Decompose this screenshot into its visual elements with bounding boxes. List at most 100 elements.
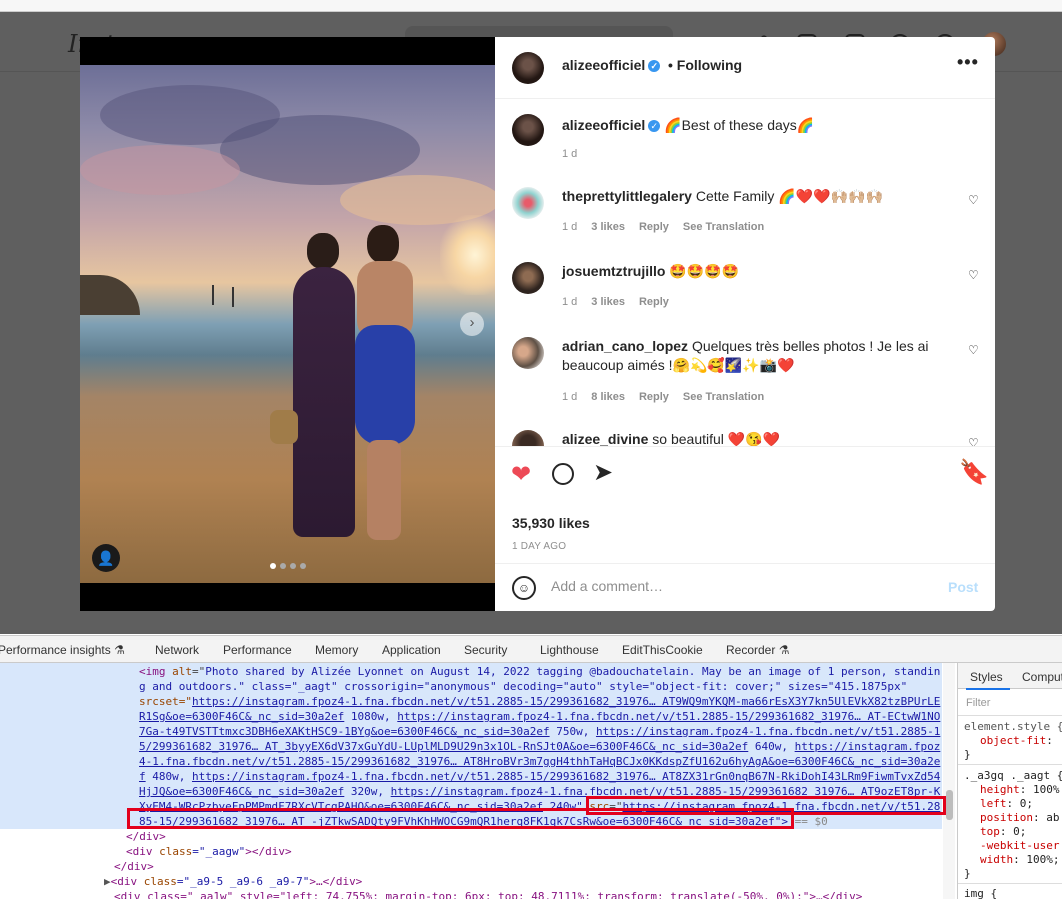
post-photo[interactable] <box>80 65 495 583</box>
styles-filter-input[interactable]: Filter <box>966 697 990 709</box>
srcset-link[interactable]: https://instagram.fpoz <box>795 740 941 753</box>
dom-line[interactable]: <div class="_aagw"></div> <box>126 844 292 859</box>
srcset-link[interactable]: 4-1.fna.fbcdn.net/v/t51.2885-15/29936168… <box>139 755 940 768</box>
css-declaration[interactable]: top: 0; <box>980 825 1026 838</box>
comment-meta: 1 d 3 likes Reply See Translation <box>562 221 764 233</box>
comment-icon[interactable] <box>552 463 574 485</box>
dom-line[interactable]: R1Sg&oe=6300F46C&_nc_sid=30a2ef 1080w, h… <box>139 709 940 724</box>
comment-likes[interactable]: 3 likes <box>591 296 625 308</box>
comment-like-heart-icon[interactable]: ♡ <box>968 343 979 357</box>
basket <box>270 410 298 444</box>
css-declaration[interactable]: width: 100%; <box>980 853 1059 866</box>
comment-body: so beautiful ❤️😘❤️ <box>652 431 781 446</box>
dom-line[interactable]: 7Ga-t49TVSTTtmxc3DBH6eXAKtHSC9-1BYg&oe=6… <box>139 724 940 739</box>
srcset-link[interactable]: HjJQ&oe=6300F46C&_nc_sid=30a2ef <box>139 785 344 798</box>
reply-button[interactable]: Reply <box>639 391 669 403</box>
following-label[interactable]: • Following <box>668 57 742 73</box>
css-declaration[interactable]: -webkit-user <box>980 839 1059 852</box>
tagged-user-icon[interactable]: 👤 <box>92 544 120 572</box>
reply-button[interactable]: Reply <box>639 221 669 233</box>
tab-security[interactable]: Security <box>464 643 507 657</box>
comment-time: 1 d <box>562 391 578 403</box>
tab-recorder[interactable]: Recorder ⚗ <box>726 643 789 657</box>
tab-computed[interactable]: Computed <box>1022 670 1062 684</box>
author-avatar[interactable] <box>512 114 544 146</box>
css-declaration[interactable]: position: ab <box>980 811 1059 824</box>
css-prop: height <box>980 783 1020 796</box>
dom-line[interactable]: 4-1.fna.fbcdn.net/v/t51.2885-15/29936168… <box>139 754 940 769</box>
share-icon[interactable]: ➤ <box>593 461 613 485</box>
srcset-link[interactable]: https://instagram.fpoz4-1.fna.fbcdn.net/… <box>192 770 940 783</box>
likes-count[interactable]: 35,930 likes <box>512 515 590 531</box>
author-avatar[interactable] <box>512 52 544 84</box>
add-comment-input[interactable] <box>551 578 931 594</box>
css-brace: } <box>964 748 971 761</box>
post-time[interactable]: 1 DAY AGO <box>512 541 566 552</box>
attr-name: srcset=" <box>139 695 192 708</box>
comment-box: ☺ Post <box>495 563 995 611</box>
comment-like-heart-icon[interactable]: ♡ <box>968 193 979 207</box>
dom-line[interactable]: <img alt="Photo shared by Alizée Lyonnet… <box>139 664 940 679</box>
commenter-avatar[interactable] <box>512 430 544 446</box>
dom-line[interactable]: <div class="_aa1w" style="left: 74.755%;… <box>114 889 862 899</box>
dom-line[interactable]: </div> <box>126 829 166 844</box>
dom-line[interactable]: </div> <box>114 859 154 874</box>
commenter-avatar[interactable] <box>512 262 544 294</box>
srcset-link[interactable]: https://instagram.fpoz4-1.fna.fbcdn.net/… <box>596 725 940 738</box>
tag-text: ></div> <box>245 845 292 858</box>
tab-styles[interactable]: Styles <box>966 670 1010 690</box>
css-declaration[interactable]: left: 0; <box>980 797 1033 810</box>
srcset-link[interactable]: R1Sg&oe=6300F46C&_nc_sid=30a2ef <box>139 710 344 723</box>
elements-tree[interactable]: <img alt="Photo shared by Alizée Lyonnet… <box>0 663 956 899</box>
srcset-link[interactable]: 5/299361682_31976… AT_3byyEX6dV37xGuYdU-… <box>139 740 748 753</box>
comment-text: josuemtztrujillo 🤩🤩🤩🤩 <box>562 262 952 281</box>
caption-username[interactable]: alizeeofficiel <box>562 117 645 133</box>
see-translation-button[interactable]: See Translation <box>683 221 764 233</box>
see-translation-button[interactable]: See Translation <box>683 391 764 403</box>
dom-line[interactable]: srcset="https://instagram.fpoz4-1.fna.fb… <box>139 694 940 709</box>
reply-button[interactable]: Reply <box>639 296 669 308</box>
like-heart-icon[interactable]: ❤ <box>511 463 531 487</box>
srcset-link[interactable]: https://instagram.fpoz4-1.fna.fbcdn.net/… <box>192 695 940 708</box>
commenter-username[interactable]: adrian_cano_lopez <box>562 338 688 354</box>
srcset-link[interactable]: https://instagram.fpoz4-1.fna.fbcdn.net/… <box>397 710 940 723</box>
author-username[interactable]: alizeeofficiel ✓ <box>562 57 661 73</box>
css-prop: width <box>980 853 1014 866</box>
dom-line[interactable]: f 480w, https://instagram.fpoz4-1.fna.fb… <box>139 769 940 784</box>
dom-line[interactable]: 5/299361682_31976… AT_3byyEX6dV37xGuYdU-… <box>139 739 940 754</box>
dom-line[interactable]: g and outdoors." class="_aagt" crossorig… <box>139 679 907 694</box>
srcset-link[interactable]: f <box>139 770 146 783</box>
attr-value: 320w, <box>344 785 391 798</box>
tab-memory[interactable]: Memory <box>315 643 358 657</box>
srcset-link[interactable]: 7Ga-t49TVSTTtmxc3DBH6eXAKtHSC9-1BYg&oe=6… <box>139 725 550 738</box>
commenter-username[interactable]: theprettylittlegalery <box>562 188 692 204</box>
next-photo-arrow-icon[interactable]: › <box>460 312 484 336</box>
scrollbar-thumb[interactable] <box>946 790 953 820</box>
css-declaration[interactable]: object-fit: <box>980 734 1053 747</box>
tab-lighthouse[interactable]: Lighthouse <box>540 643 599 657</box>
comment-likes[interactable]: 3 likes <box>591 221 625 233</box>
css-value: : 100% <box>1019 783 1060 796</box>
commenter-username[interactable]: alizee_divine <box>562 431 648 446</box>
carousel-dot <box>270 563 276 569</box>
commenter-avatar[interactable] <box>512 337 544 369</box>
post-comment-button[interactable]: Post <box>948 579 978 595</box>
commenter-avatar[interactable] <box>512 187 544 219</box>
comment-likes[interactable]: 8 likes <box>591 391 625 403</box>
tab-application[interactable]: Application <box>382 643 441 657</box>
expand-triangle-icon[interactable]: ▶ <box>104 875 111 888</box>
tab-network[interactable]: Network <box>155 643 199 657</box>
tab-editthiscookie[interactable]: EditThisCookie <box>622 643 703 657</box>
css-declaration[interactable]: height: 100% <box>980 783 1060 796</box>
emoji-icon[interactable]: ☺ <box>512 576 536 600</box>
dom-line[interactable]: ▶<div class="_a9-5 _a9-6 _a9-7">…</div> <box>104 874 362 889</box>
save-bookmark-icon[interactable]: 🔖 <box>959 461 989 485</box>
tab-performance[interactable]: Performance <box>223 643 292 657</box>
author-username-text[interactable]: alizeeofficiel <box>562 57 645 73</box>
comment-like-heart-icon[interactable]: ♡ <box>968 436 979 446</box>
elements-scrollbar[interactable] <box>943 663 955 899</box>
more-options-icon[interactable]: ••• <box>957 52 979 73</box>
commenter-username[interactable]: josuemtztrujillo <box>562 263 665 279</box>
tab-performance-insights[interactable]: Performance insights ⚗ <box>0 643 125 657</box>
comment-like-heart-icon[interactable]: ♡ <box>968 268 979 282</box>
